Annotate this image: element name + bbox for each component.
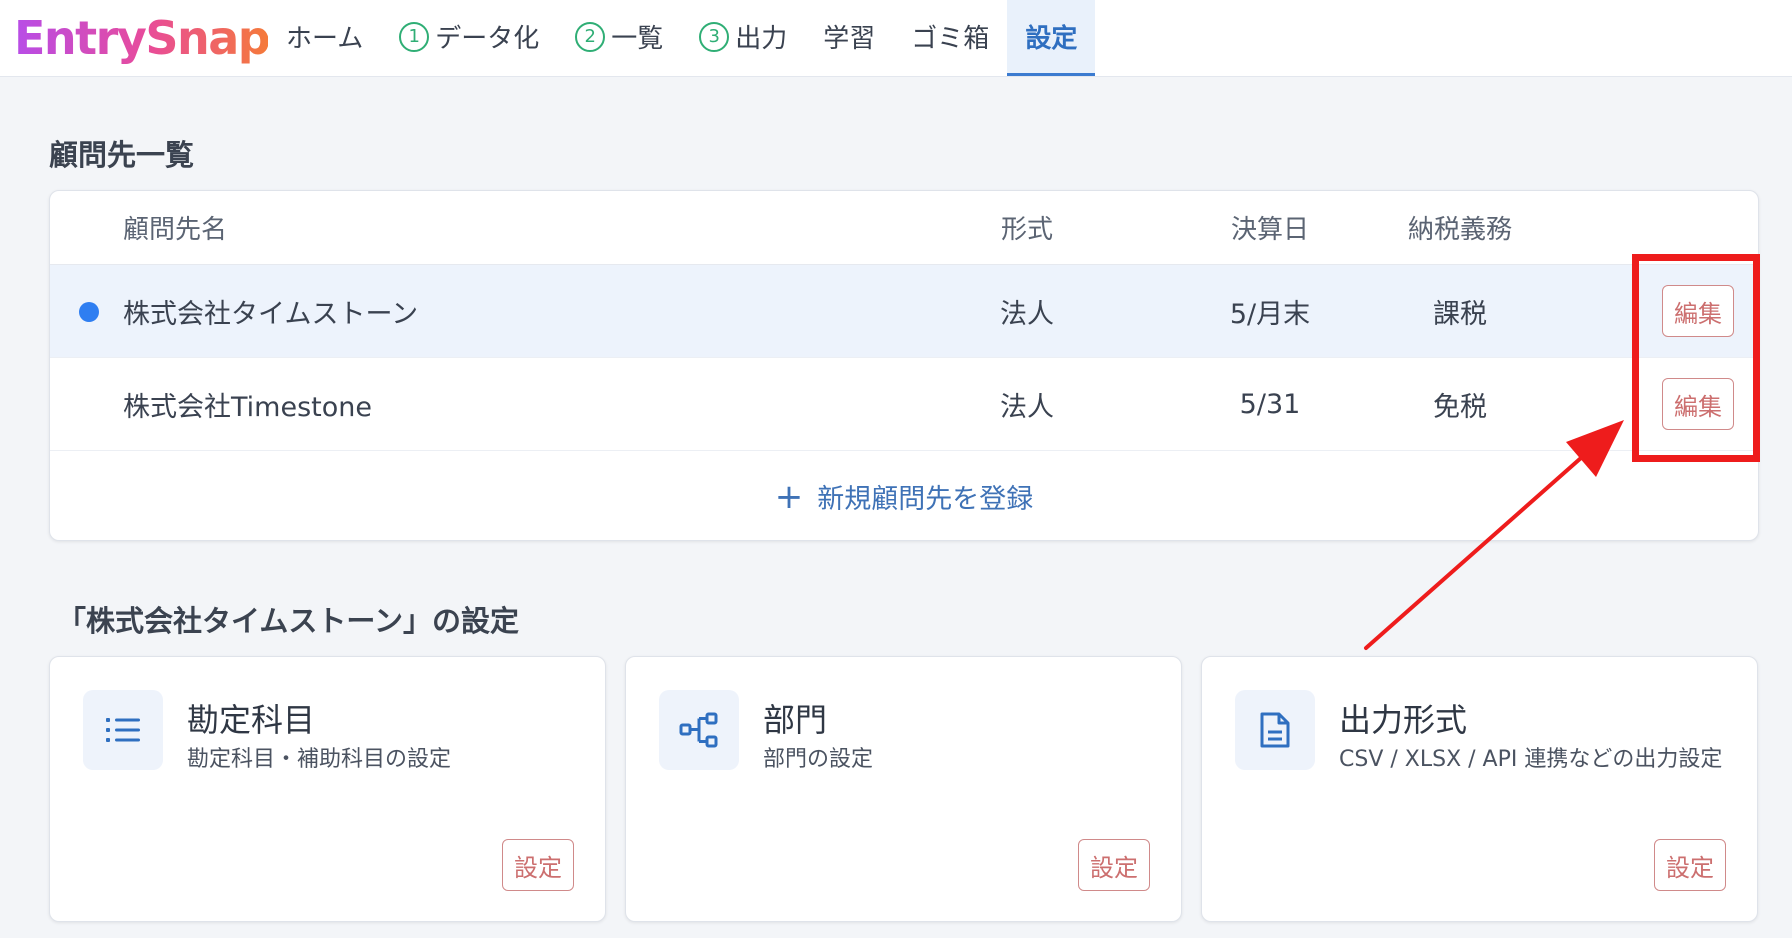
card-description: 勘定科目・補助科目の設定 [187, 747, 452, 772]
client-table: 顧問先名 形式 決算日 納税義務 株式会社タイムストーン 法人 5/月末 課税 … [49, 190, 1759, 541]
selected-indicator-icon [79, 302, 99, 322]
tab-trash[interactable]: ゴミ箱 [893, 0, 1007, 76]
app-logo[interactable]: EntrySnap [0, 0, 271, 76]
step-1-icon: 1 [399, 21, 430, 52]
settings-button[interactable]: 設定 [1078, 839, 1150, 891]
list-icon [83, 690, 163, 770]
settings-section-title: 「株式会社タイムストーン」の設定 [57, 604, 519, 638]
client-name: 株式会社タイムストーン [123, 298, 419, 330]
client-tax: 課税 [1433, 298, 1487, 330]
add-client-label: 新規顧問先を登録 [817, 484, 1034, 515]
tab-settings[interactable]: 設定 [1007, 0, 1096, 76]
card-title: 勘定科目 [187, 701, 316, 739]
column-header-fiscal-end: 決算日 [1230, 215, 1309, 245]
settings-button[interactable]: 設定 [502, 839, 574, 891]
tab-label: ゴミ箱 [911, 24, 990, 54]
plus-icon: + [774, 476, 804, 517]
card-description: 部門の設定 [763, 747, 874, 772]
tab-output[interactable]: 3 出力 [681, 0, 805, 76]
top-navigation-bar: EntrySnap ホーム 1 データ化 2 一覧 3 出力 学習 ゴミ箱 設定 [0, 0, 1792, 77]
tab-label: ホーム [286, 24, 364, 54]
client-type: 法人 [1000, 391, 1054, 423]
tab-digitize[interactable]: 1 データ化 [381, 0, 557, 76]
clients-section-title: 顧問先一覧 [49, 138, 195, 172]
tab-label: 設定 [1025, 24, 1078, 54]
settings-button[interactable]: 設定 [1654, 839, 1726, 891]
step-2-icon: 2 [575, 21, 606, 52]
main-nav: ホーム 1 データ化 2 一覧 3 出力 学習 ゴミ箱 設定 [268, 0, 1096, 76]
table-header: 顧問先名 形式 決算日 納税義務 [50, 191, 1758, 265]
card-title: 出力形式 [1339, 701, 1468, 739]
tab-label: 学習 [823, 24, 876, 54]
settings-card-departments[interactable]: 部門 部門の設定 設定 [625, 656, 1182, 922]
tab-home[interactable]: ホーム [268, 0, 381, 76]
client-type: 法人 [1000, 298, 1054, 330]
tab-label: 出力 [735, 24, 788, 54]
highlight-box [1632, 254, 1760, 462]
settings-card-accounts[interactable]: 勘定科目 勘定科目・補助科目の設定 設定 [49, 656, 606, 922]
step-3-icon: 3 [699, 21, 730, 52]
tab-label: データ化 [435, 24, 540, 54]
column-header-type: 形式 [1000, 215, 1053, 245]
tab-learning[interactable]: 学習 [805, 0, 893, 76]
org-chart-icon [659, 690, 739, 770]
card-title: 部門 [763, 701, 828, 739]
client-tax: 免税 [1433, 391, 1487, 423]
table-row[interactable]: 株式会社タイムストーン 法人 5/月末 課税 編集 [50, 265, 1758, 358]
tab-label: 一覧 [611, 24, 664, 54]
client-fiscal-end: 5/月末 [1229, 298, 1311, 330]
tab-list[interactable]: 2 一覧 [557, 0, 681, 76]
client-name: 株式会社Timestone [123, 391, 372, 423]
column-header-name: 顧問先名 [123, 215, 228, 245]
add-client-button[interactable]: + 新規顧問先を登録 [50, 451, 1758, 540]
column-header-tax: 納税義務 [1407, 215, 1512, 245]
document-icon [1235, 690, 1315, 770]
settings-card-output-format[interactable]: 出力形式 CSV / XLSX / API 連携などの出力設定 設定 [1201, 656, 1758, 922]
card-description: CSV / XLSX / API 連携などの出力設定 [1339, 747, 1723, 772]
client-fiscal-end: 5/31 [1239, 388, 1301, 420]
table-row[interactable]: 株式会社Timestone 法人 5/31 免税 編集 [50, 358, 1758, 451]
